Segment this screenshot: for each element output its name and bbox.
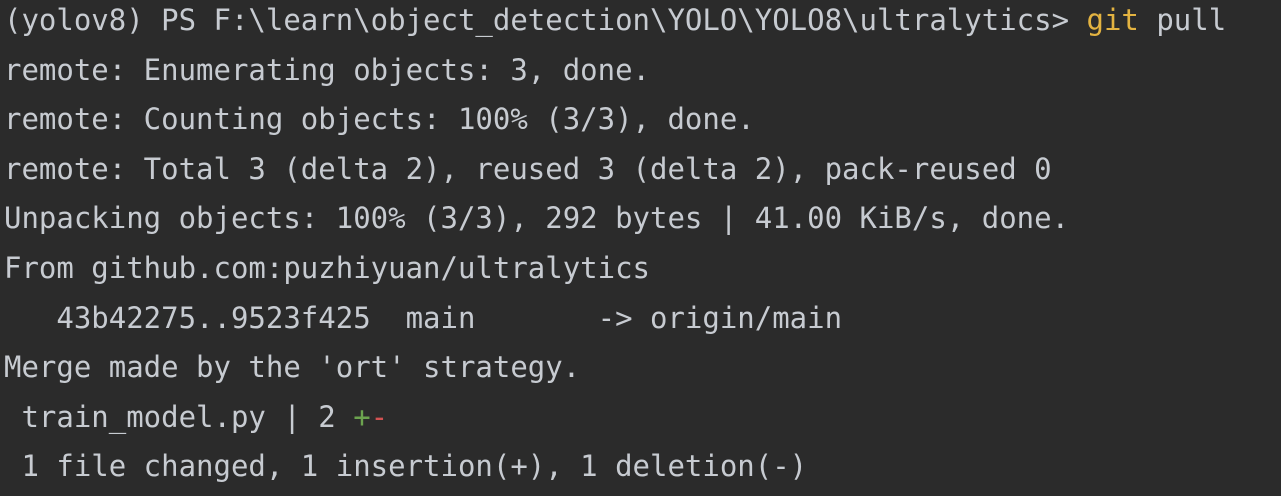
output-line: Merge made by the 'ort' strategy. (4, 350, 581, 385)
prompt: (yolov8) PS F:\learn\object_detection\YO… (4, 3, 1087, 37)
command-args: pull (1138, 3, 1227, 37)
output-line: remote: Counting objects: 100% (3/3), do… (4, 102, 755, 137)
output-line: From github.com:puzhiyuan/ultralytics (4, 250, 651, 285)
terminal-window[interactable]: (yolov8) PS F:\learn\object_detection\YO… (0, 0, 1281, 492)
prompt-line: (yolov8) PS F:\learn\object_detection\YO… (4, 0, 1281, 50)
diffstat-plus: + (353, 399, 371, 434)
output-line: remote: Total 3 (delta 2), reused 3 (del… (4, 151, 1052, 186)
diffstat-line: train_model.py | 2 +- (4, 397, 1281, 447)
output-line: Unpacking objects: 100% (3/3), 292 bytes… (4, 201, 1070, 236)
command-git: git (1086, 3, 1139, 37)
diffstat-minus: - (370, 399, 389, 434)
diffstat-file: train_model.py | 2 (4, 399, 354, 434)
output-line: 43b42275..9523f425 main -> origin/main (4, 300, 843, 335)
summary-line: 1 file changed, 1 insertion(+), 1 deleti… (4, 449, 808, 484)
output-line: remote: Enumerating objects: 3, done. (4, 52, 651, 87)
